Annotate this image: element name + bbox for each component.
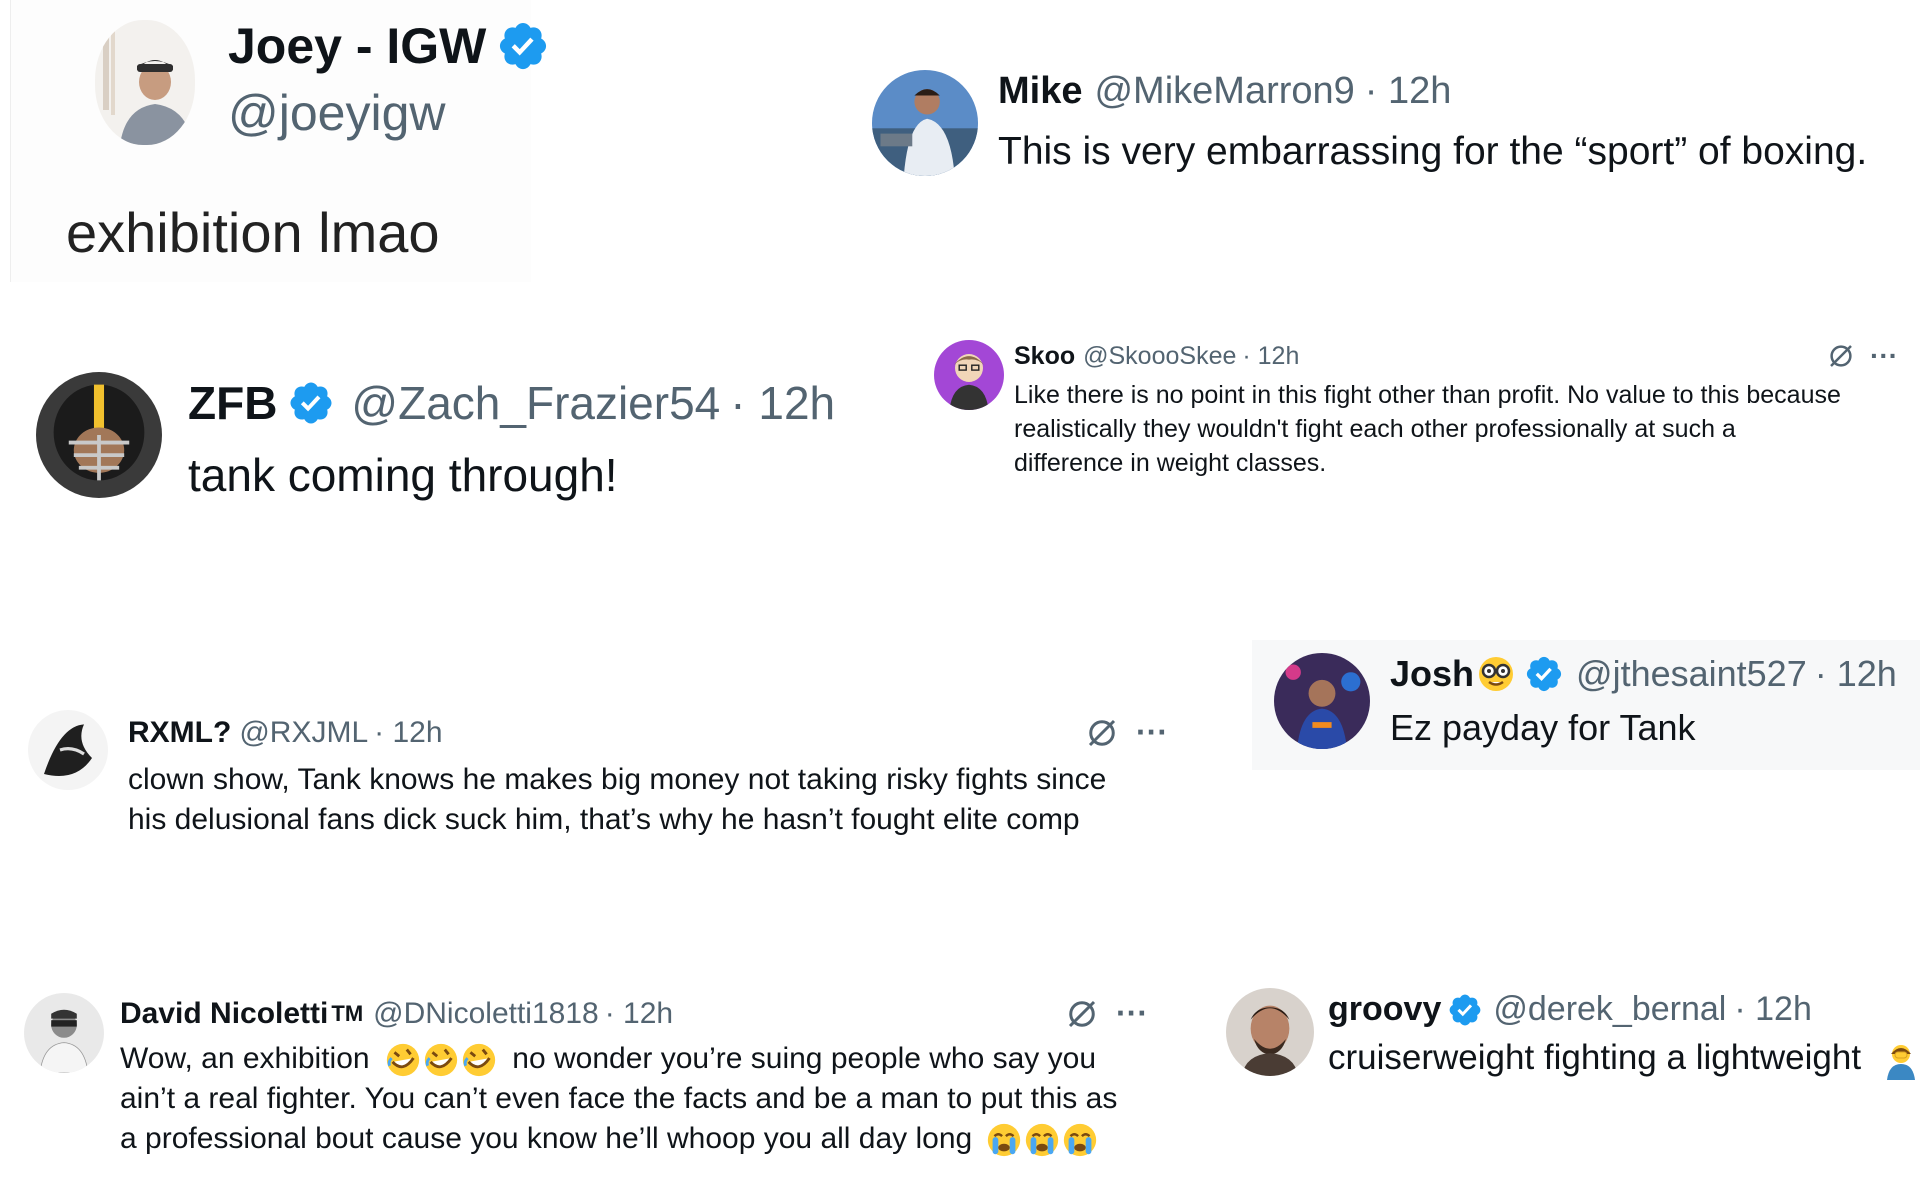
avatar-skoo-image — [934, 340, 1004, 410]
avatar[interactable] — [1274, 653, 1370, 749]
nerd-face-emoji-icon — [1476, 654, 1516, 694]
avatar[interactable] — [36, 372, 162, 498]
avatar-mike-image — [872, 70, 978, 176]
timestamp[interactable]: · 12h — [1365, 70, 1452, 113]
tweet-actions: ··· — [1084, 714, 1168, 751]
display-name[interactable]: RXML? — [128, 716, 231, 750]
tweet-header: RXML? @RXJML · 12h — [128, 716, 443, 750]
tweet-groovy[interactable]: groovy @derek_bernal · 12h cruiserweight… — [1220, 980, 1920, 1100]
avatar[interactable] — [28, 710, 108, 790]
verified-badge-icon — [1524, 654, 1564, 694]
tweet-header: Joey - IGW — [228, 18, 550, 74]
tweet-header: groovy @derek_bernal · 12h — [1328, 990, 1812, 1029]
tweet-header: Mike @MikeMarron9 · 12h — [998, 70, 1451, 113]
tweet-actions: ··· — [1064, 995, 1148, 1032]
tweet-header: David Nicoletti TM @DNicoletti1818 · 12h — [120, 997, 673, 1031]
tweet-header: Josh @jthesaint527 · 12h — [1390, 653, 1897, 695]
trademark-suffix: TM — [331, 1001, 364, 1026]
tweet-rxml[interactable]: RXML? @RXJML · 12h ··· clown show, Tank … — [24, 700, 1204, 850]
rofl-emoji-icon — [460, 1041, 498, 1079]
tweet-text-segment: cruiserweight fighting a lightweight — [1328, 1038, 1862, 1077]
crying-face-emoji-icon — [1023, 1121, 1061, 1159]
handle[interactable]: @DNicoletti1818 — [373, 997, 599, 1031]
handle[interactable]: @joeyigw — [228, 84, 446, 142]
person-facepalming-emoji-icon — [1881, 1040, 1920, 1080]
tweet-text-line: realistically they wouldn't fight each o… — [1014, 415, 1736, 443]
tweet-header: Skoo @SkoooSkee · 12h — [1014, 342, 1299, 371]
timestamp[interactable]: · 12h — [374, 716, 442, 750]
tweet-text-segment: a professional bout cause you know he’ll… — [120, 1122, 973, 1156]
timestamp[interactable]: · 12h — [1815, 653, 1897, 695]
handle[interactable]: @RXJML — [239, 716, 368, 750]
verified-badge-icon — [287, 379, 335, 427]
tweet-text: Like there is no point in this fight oth… — [1014, 378, 1841, 480]
tweet-text-segment: no wonder you’re suing people who say yo… — [512, 1042, 1097, 1075]
avatar[interactable] — [872, 70, 978, 176]
tweet-text-line: clown show, Tank knows he makes big mone… — [128, 763, 1107, 796]
tweet-text-line: ain’t a real fighter. You can’t even fac… — [120, 1082, 1118, 1116]
handle-text[interactable]: @joeyigw — [228, 84, 446, 142]
avatar[interactable] — [95, 20, 195, 145]
handle[interactable]: @MikeMarron9 — [1094, 70, 1354, 113]
tweet-text-segment: Wow, an exhibition — [120, 1042, 370, 1075]
avatar[interactable] — [24, 993, 104, 1073]
tweet-zfb[interactable]: ZFB @Zach_Frazier54 · 12h tank coming th… — [30, 360, 890, 520]
tweet-header: ZFB @Zach_Frazier54 · 12h — [188, 376, 835, 430]
tweet-text-line: a professional bout cause you know he’ll… — [120, 1119, 1117, 1159]
tweet-skoo[interactable]: Skoo @SkoooSkee · 12h ··· Like there is … — [930, 330, 1920, 480]
display-name[interactable]: groovy — [1328, 990, 1441, 1029]
rofl-emoji-icon — [422, 1041, 460, 1079]
avatar-rxml-image — [28, 710, 108, 790]
verified-badge-icon — [496, 19, 550, 73]
tweet-david[interactable]: David Nicoletti TM @DNicoletti1818 · 12h… — [20, 985, 1200, 1185]
handle[interactable]: @SkoooSkee — [1083, 342, 1236, 371]
display-name[interactable]: David Nicoletti — [120, 997, 328, 1031]
avatar[interactable] — [934, 340, 1004, 410]
tweet-text: Wow, an exhibition no wonder you’re suin… — [120, 1039, 1117, 1159]
timestamp[interactable]: · 12h — [1242, 342, 1299, 371]
tweet-text: This is very embarrassing for the “sport… — [998, 130, 1868, 173]
timestamp[interactable]: · 12h — [1734, 990, 1812, 1029]
tweet-mike[interactable]: Mike @MikeMarron9 · 12h This is very emb… — [860, 60, 1920, 190]
grok-icon[interactable] — [1064, 996, 1100, 1032]
avatar-joey-image — [95, 20, 195, 145]
rofl-emoji-icon — [384, 1041, 422, 1079]
tweet-joey[interactable]: Joey - IGW @joeyigw exhibition lmao — [0, 0, 640, 290]
timestamp[interactable]: · 12h — [730, 376, 835, 430]
more-options-icon[interactable]: ··· — [1870, 340, 1898, 372]
display-name[interactable]: Joey - IGW — [228, 17, 486, 75]
handle[interactable]: @Zach_Frazier54 — [351, 376, 720, 430]
verified-badge-icon — [1447, 992, 1483, 1028]
crying-face-emoji-icon — [985, 1121, 1023, 1159]
avatar-david-image — [24, 993, 104, 1073]
avatar-josh-image — [1274, 653, 1370, 749]
crying-face-emoji-icon — [1061, 1121, 1099, 1159]
timestamp[interactable]: · 12h — [605, 997, 673, 1031]
tweet-text-line: his delusional fans dick suck him, that’… — [128, 803, 1080, 836]
display-name[interactable]: ZFB — [188, 376, 277, 430]
more-options-icon[interactable]: ··· — [1116, 995, 1148, 1032]
display-name[interactable]: Mike — [998, 70, 1082, 113]
grok-icon[interactable] — [1084, 715, 1120, 751]
tweet-text: exhibition lmao — [66, 201, 440, 264]
tweet-text: clown show, Tank knows he makes big mone… — [128, 760, 1106, 840]
tweet-text-line: Like there is no point in this fight oth… — [1014, 381, 1841, 409]
avatar[interactable] — [1226, 988, 1314, 1076]
handle[interactable]: @jthesaint527 — [1576, 653, 1807, 695]
avatar-groovy-image — [1226, 988, 1314, 1076]
display-name[interactable]: Josh — [1390, 653, 1474, 695]
display-name[interactable]: Skoo — [1014, 342, 1075, 371]
tweet-actions: ··· — [1826, 340, 1898, 372]
tweet-text-line: Wow, an exhibition no wonder you’re suin… — [120, 1039, 1117, 1079]
avatar-zfb-image — [36, 372, 162, 498]
tweet-text: tank coming through! — [188, 449, 618, 501]
tweet-text: Ez payday for Tank — [1390, 707, 1696, 748]
handle[interactable]: @derek_bernal — [1493, 990, 1726, 1029]
tweet-text: cruiserweight fighting a lightweight — [1328, 1038, 1920, 1080]
more-options-icon[interactable]: ··· — [1136, 714, 1168, 751]
tweet-text-line: difference in weight classes. — [1014, 449, 1327, 477]
tweet-josh[interactable]: Josh @jthesaint527 · 12h Ez payday for T… — [1260, 645, 1920, 765]
grok-icon[interactable] — [1826, 341, 1856, 371]
